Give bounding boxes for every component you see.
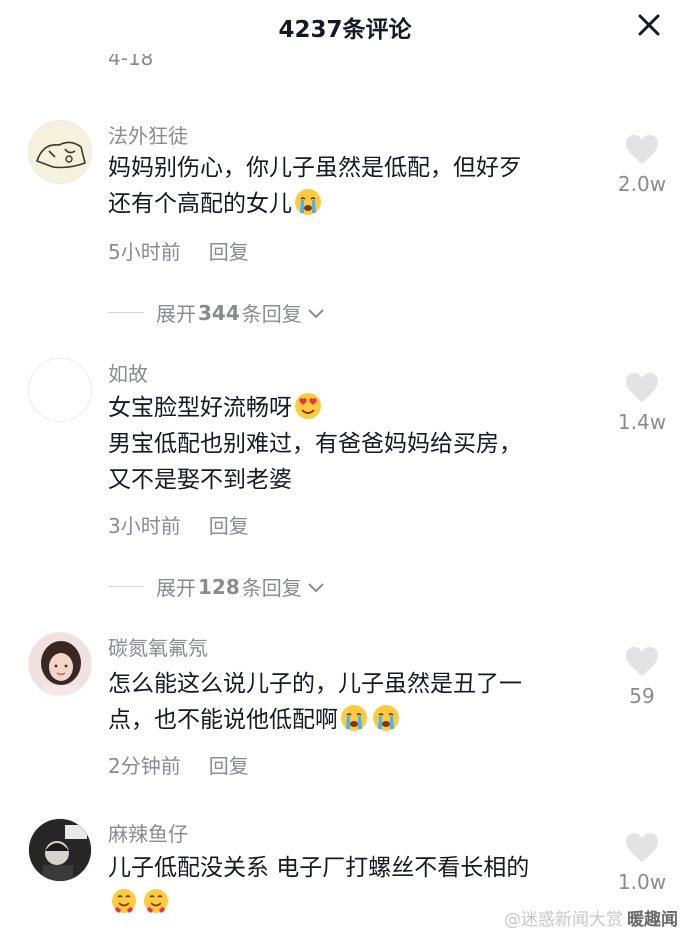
comment-text-line: 又不是娶不到老婆 bbox=[108, 467, 292, 493]
partial-timestamp: 4-18 bbox=[108, 54, 154, 70]
like-count: 1.0w bbox=[617, 870, 667, 894]
hugging-emoji bbox=[109, 887, 139, 917]
username[interactable]: 如故 bbox=[108, 358, 148, 387]
comment-text-line: 男宝低配也别难过，有爸爸妈妈给买房， bbox=[108, 431, 522, 457]
close-icon[interactable] bbox=[636, 12, 662, 38]
comment-text-line: 还有个高配的女儿 bbox=[108, 191, 292, 217]
like-button[interactable]: 2.0w bbox=[612, 134, 672, 196]
comment-meta: 3小时前 回复 bbox=[108, 510, 249, 539]
heart-icon bbox=[626, 135, 658, 164]
divider-line bbox=[108, 312, 144, 313]
comment-time: 2分钟前 bbox=[108, 754, 181, 778]
like-count: 59 bbox=[629, 684, 655, 708]
chevron-down-icon bbox=[308, 308, 324, 318]
comment-text-line: 点，也不能说他低配啊 bbox=[108, 707, 338, 733]
expand-replies-button[interactable]: 展开 344 条回复 bbox=[108, 298, 326, 327]
heart-icon bbox=[626, 647, 658, 676]
watermark-brand: 暖趣闻 bbox=[627, 905, 678, 930]
watermark: @迷惑新闻大赏 暖趣闻 bbox=[504, 905, 678, 930]
loudly-crying-emoji bbox=[293, 187, 323, 217]
username[interactable]: 碳氮氧氟氖 bbox=[108, 632, 208, 661]
like-count: 1.4w bbox=[617, 410, 667, 434]
comments-header: 4237条评论 bbox=[0, 0, 690, 52]
avatar[interactable] bbox=[28, 120, 92, 184]
loudly-crying-emoji bbox=[339, 703, 369, 733]
reply-button[interactable]: 回复 bbox=[209, 514, 249, 538]
divider-line bbox=[108, 586, 144, 587]
username[interactable]: 麻辣鱼仔 bbox=[108, 818, 188, 847]
avatar[interactable] bbox=[28, 632, 92, 696]
like-button[interactable]: 1.4w bbox=[612, 372, 672, 434]
comment-text-line: 怎么能这么说儿子的，儿子虽然是丑了一 bbox=[108, 671, 522, 697]
loudly-crying-emoji bbox=[371, 703, 401, 733]
watermark-source: @迷惑新闻大赏 bbox=[504, 910, 623, 930]
comment-text: 女宝脸型好流畅呀 男宝低配也别难过，有爸爸妈妈给买房， 又不是娶不到老婆 bbox=[108, 390, 608, 498]
hugging-emoji bbox=[141, 887, 171, 917]
reply-button[interactable]: 回复 bbox=[209, 754, 249, 778]
username[interactable]: 法外狂徒 bbox=[108, 120, 188, 149]
comment-meta: 5小时前 回复 bbox=[108, 236, 249, 265]
like-button[interactable]: 59 bbox=[612, 646, 672, 708]
comment-text: 妈妈别伤心，你儿子虽然是低配，但好歹 还有个高配的女儿 bbox=[108, 150, 608, 222]
comment-text-line: 儿子低配没关系 电子厂打螺丝不看长相的 bbox=[108, 855, 530, 881]
heart-icon bbox=[626, 833, 658, 862]
comment-time: 5小时前 bbox=[108, 240, 181, 264]
comment-time: 3小时前 bbox=[108, 514, 181, 538]
avatar[interactable] bbox=[28, 358, 92, 422]
chevron-down-icon bbox=[308, 582, 324, 592]
comment-text: 怎么能这么说儿子的，儿子虽然是丑了一 点，也不能说他低配啊 bbox=[108, 666, 608, 738]
comment-meta: 2分钟前 回复 bbox=[108, 750, 249, 779]
like-count: 2.0w bbox=[617, 172, 667, 196]
expand-replies-button[interactable]: 展开 128 条回复 bbox=[108, 572, 326, 601]
comment-count-title: 4237条评论 bbox=[278, 17, 412, 43]
heart-eyes-emoji bbox=[293, 391, 323, 421]
heart-icon bbox=[626, 373, 658, 402]
comment-text-line: 女宝脸型好流畅呀 bbox=[108, 395, 292, 421]
avatar[interactable] bbox=[28, 818, 92, 882]
comment-text-line: 妈妈别伤心，你儿子虽然是低配，但好歹 bbox=[108, 155, 522, 181]
reply-button[interactable]: 回复 bbox=[209, 240, 249, 264]
like-button[interactable]: 1.0w bbox=[612, 832, 672, 894]
